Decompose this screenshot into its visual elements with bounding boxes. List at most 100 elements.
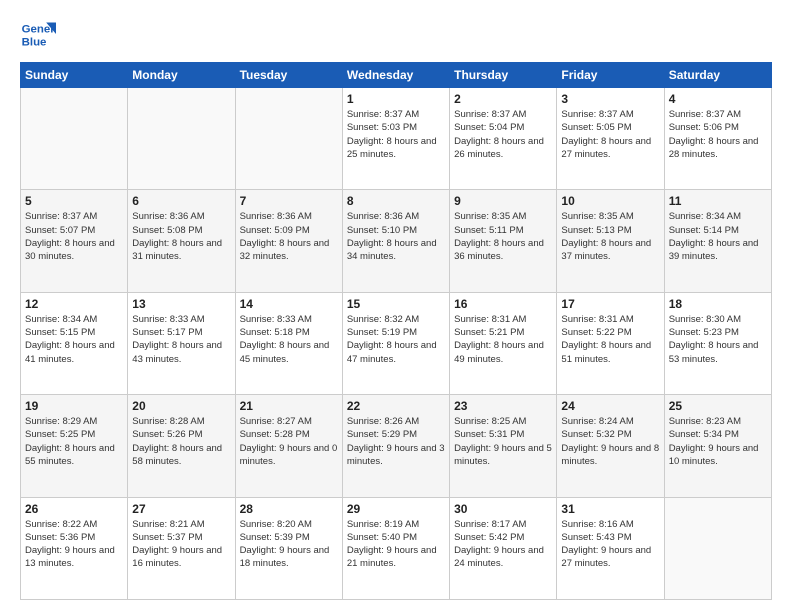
day-number: 12 bbox=[25, 297, 123, 311]
calendar-cell: 9 Sunrise: 8:35 AM Sunset: 5:11 PM Daylig… bbox=[450, 190, 557, 292]
day-info: Sunrise: 8:36 AM Sunset: 5:08 PM Dayligh… bbox=[132, 210, 230, 263]
calendar-cell: 30Sunrise: 8:17 AM Sunset: 5:42 PM Dayli… bbox=[450, 497, 557, 599]
day-info: Sunrise: 8:30 AM Sunset: 5:23 PM Dayligh… bbox=[669, 313, 767, 366]
day-number: 1 bbox=[347, 92, 445, 106]
day-number: 11 bbox=[669, 194, 767, 208]
weekday-friday: Friday bbox=[557, 63, 664, 88]
calendar-cell: 14 Sunrise: 8:33 AM Sunset: 5:18 PM Dayli… bbox=[235, 292, 342, 394]
day-info: Sunrise: 8:26 AM Sunset: 5:29 PM Dayligh… bbox=[347, 415, 445, 468]
calendar-cell: 5 Sunrise: 8:37 AM Sunset: 5:07 PM Daylig… bbox=[21, 190, 128, 292]
calendar-cell: 13 Sunrise: 8:33 AM Sunset: 5:17 PM Dayli… bbox=[128, 292, 235, 394]
calendar-cell: 11 Sunrise: 8:34 AM Sunset: 5:14 PM Dayli… bbox=[664, 190, 771, 292]
calendar-cell: 24 Sunrise: 8:24 AM Sunset: 5:32 PM Dayli… bbox=[557, 395, 664, 497]
calendar-cell: 26Sunrise: 8:22 AM Sunset: 5:36 PM Dayli… bbox=[21, 497, 128, 599]
calendar-cell: 1 Sunrise: 8:37 AM Sunset: 5:03 PM Daylig… bbox=[342, 88, 449, 190]
day-number: 10 bbox=[561, 194, 659, 208]
weekday-sunday: Sunday bbox=[21, 63, 128, 88]
day-info: Sunrise: 8:31 AM Sunset: 5:22 PM Dayligh… bbox=[561, 313, 659, 366]
day-number: 17 bbox=[561, 297, 659, 311]
day-number: 29 bbox=[347, 502, 445, 516]
day-number: 4 bbox=[669, 92, 767, 106]
day-info: Sunrise: 8:28 AM Sunset: 5:26 PM Dayligh… bbox=[132, 415, 230, 468]
day-number: 2 bbox=[454, 92, 552, 106]
page: General Blue SundayMondayTuesdayWednesda… bbox=[0, 0, 792, 612]
calendar-week-row: 12 Sunrise: 8:34 AM Sunset: 5:15 PM Dayli… bbox=[21, 292, 772, 394]
logo-icon: General Blue bbox=[20, 16, 56, 52]
day-info: Sunrise: 8:31 AM Sunset: 5:21 PM Dayligh… bbox=[454, 313, 552, 366]
weekday-saturday: Saturday bbox=[664, 63, 771, 88]
calendar-cell: 19 Sunrise: 8:29 AM Sunset: 5:25 PM Dayli… bbox=[21, 395, 128, 497]
day-info: Sunrise: 8:34 AM Sunset: 5:15 PM Dayligh… bbox=[25, 313, 123, 366]
day-number: 23 bbox=[454, 399, 552, 413]
day-info: Sunrise: 8:16 AM Sunset: 5:43 PM Dayligh… bbox=[561, 518, 659, 571]
day-number: 26 bbox=[25, 502, 123, 516]
calendar-cell: 17 Sunrise: 8:31 AM Sunset: 5:22 PM Dayli… bbox=[557, 292, 664, 394]
day-info: Sunrise: 8:35 AM Sunset: 5:13 PM Dayligh… bbox=[561, 210, 659, 263]
calendar-cell bbox=[664, 497, 771, 599]
day-number: 9 bbox=[454, 194, 552, 208]
day-info: Sunrise: 8:37 AM Sunset: 5:06 PM Dayligh… bbox=[669, 108, 767, 161]
day-number: 14 bbox=[240, 297, 338, 311]
calendar-cell: 25 Sunrise: 8:23 AM Sunset: 5:34 PM Dayli… bbox=[664, 395, 771, 497]
calendar-cell bbox=[235, 88, 342, 190]
day-info: Sunrise: 8:24 AM Sunset: 5:32 PM Dayligh… bbox=[561, 415, 659, 468]
day-info: Sunrise: 8:20 AM Sunset: 5:39 PM Dayligh… bbox=[240, 518, 338, 571]
calendar-cell: 18 Sunrise: 8:30 AM Sunset: 5:23 PM Dayli… bbox=[664, 292, 771, 394]
day-number: 16 bbox=[454, 297, 552, 311]
day-info: Sunrise: 8:37 AM Sunset: 5:07 PM Dayligh… bbox=[25, 210, 123, 263]
calendar-cell: 7 Sunrise: 8:36 AM Sunset: 5:09 PM Daylig… bbox=[235, 190, 342, 292]
day-number: 27 bbox=[132, 502, 230, 516]
day-info: Sunrise: 8:33 AM Sunset: 5:17 PM Dayligh… bbox=[132, 313, 230, 366]
calendar-cell: 3Sunrise: 8:37 AM Sunset: 5:05 PM Daylig… bbox=[557, 88, 664, 190]
calendar-cell: 10 Sunrise: 8:35 AM Sunset: 5:13 PM Dayli… bbox=[557, 190, 664, 292]
day-info: Sunrise: 8:29 AM Sunset: 5:25 PM Dayligh… bbox=[25, 415, 123, 468]
calendar-cell: 21 Sunrise: 8:27 AM Sunset: 5:28 PM Dayli… bbox=[235, 395, 342, 497]
day-info: Sunrise: 8:23 AM Sunset: 5:34 PM Dayligh… bbox=[669, 415, 767, 468]
calendar-cell: 27Sunrise: 8:21 AM Sunset: 5:37 PM Dayli… bbox=[128, 497, 235, 599]
day-number: 13 bbox=[132, 297, 230, 311]
day-info: Sunrise: 8:36 AM Sunset: 5:10 PM Dayligh… bbox=[347, 210, 445, 263]
calendar-cell: 22Sunrise: 8:26 AM Sunset: 5:29 PM Dayli… bbox=[342, 395, 449, 497]
day-info: Sunrise: 8:37 AM Sunset: 5:03 PM Dayligh… bbox=[347, 108, 445, 161]
day-number: 15 bbox=[347, 297, 445, 311]
logo: General Blue bbox=[20, 16, 62, 52]
header: General Blue bbox=[20, 16, 772, 52]
day-number: 19 bbox=[25, 399, 123, 413]
calendar-week-row: 5 Sunrise: 8:37 AM Sunset: 5:07 PM Daylig… bbox=[21, 190, 772, 292]
calendar-cell bbox=[21, 88, 128, 190]
day-info: Sunrise: 8:25 AM Sunset: 5:31 PM Dayligh… bbox=[454, 415, 552, 468]
calendar-week-row: 26Sunrise: 8:22 AM Sunset: 5:36 PM Dayli… bbox=[21, 497, 772, 599]
day-info: Sunrise: 8:32 AM Sunset: 5:19 PM Dayligh… bbox=[347, 313, 445, 366]
calendar-cell: 12 Sunrise: 8:34 AM Sunset: 5:15 PM Dayli… bbox=[21, 292, 128, 394]
calendar-cell: 31Sunrise: 8:16 AM Sunset: 5:43 PM Dayli… bbox=[557, 497, 664, 599]
calendar-cell: 4 Sunrise: 8:37 AM Sunset: 5:06 PM Daylig… bbox=[664, 88, 771, 190]
day-number: 5 bbox=[25, 194, 123, 208]
calendar-week-row: 1 Sunrise: 8:37 AM Sunset: 5:03 PM Daylig… bbox=[21, 88, 772, 190]
weekday-thursday: Thursday bbox=[450, 63, 557, 88]
calendar-cell bbox=[128, 88, 235, 190]
day-info: Sunrise: 8:19 AM Sunset: 5:40 PM Dayligh… bbox=[347, 518, 445, 571]
day-number: 20 bbox=[132, 399, 230, 413]
day-info: Sunrise: 8:35 AM Sunset: 5:11 PM Dayligh… bbox=[454, 210, 552, 263]
weekday-monday: Monday bbox=[128, 63, 235, 88]
calendar-cell: 20 Sunrise: 8:28 AM Sunset: 5:26 PM Dayli… bbox=[128, 395, 235, 497]
day-number: 7 bbox=[240, 194, 338, 208]
day-info: Sunrise: 8:36 AM Sunset: 5:09 PM Dayligh… bbox=[240, 210, 338, 263]
day-number: 28 bbox=[240, 502, 338, 516]
calendar-cell: 15 Sunrise: 8:32 AM Sunset: 5:19 PM Dayli… bbox=[342, 292, 449, 394]
svg-text:Blue: Blue bbox=[22, 36, 47, 48]
calendar-cell: 28 Sunrise: 8:20 AM Sunset: 5:39 PM Dayli… bbox=[235, 497, 342, 599]
day-info: Sunrise: 8:37 AM Sunset: 5:05 PM Dayligh… bbox=[561, 108, 659, 161]
day-number: 30 bbox=[454, 502, 552, 516]
day-number: 18 bbox=[669, 297, 767, 311]
day-number: 6 bbox=[132, 194, 230, 208]
day-number: 24 bbox=[561, 399, 659, 413]
calendar-cell: 23 Sunrise: 8:25 AM Sunset: 5:31 PM Dayli… bbox=[450, 395, 557, 497]
day-info: Sunrise: 8:33 AM Sunset: 5:18 PM Dayligh… bbox=[240, 313, 338, 366]
day-info: Sunrise: 8:34 AM Sunset: 5:14 PM Dayligh… bbox=[669, 210, 767, 263]
day-info: Sunrise: 8:27 AM Sunset: 5:28 PM Dayligh… bbox=[240, 415, 338, 468]
calendar-table: SundayMondayTuesdayWednesdayThursdayFrid… bbox=[20, 62, 772, 600]
day-number: 21 bbox=[240, 399, 338, 413]
calendar-cell: 29 Sunrise: 8:19 AM Sunset: 5:40 PM Dayli… bbox=[342, 497, 449, 599]
day-number: 25 bbox=[669, 399, 767, 413]
